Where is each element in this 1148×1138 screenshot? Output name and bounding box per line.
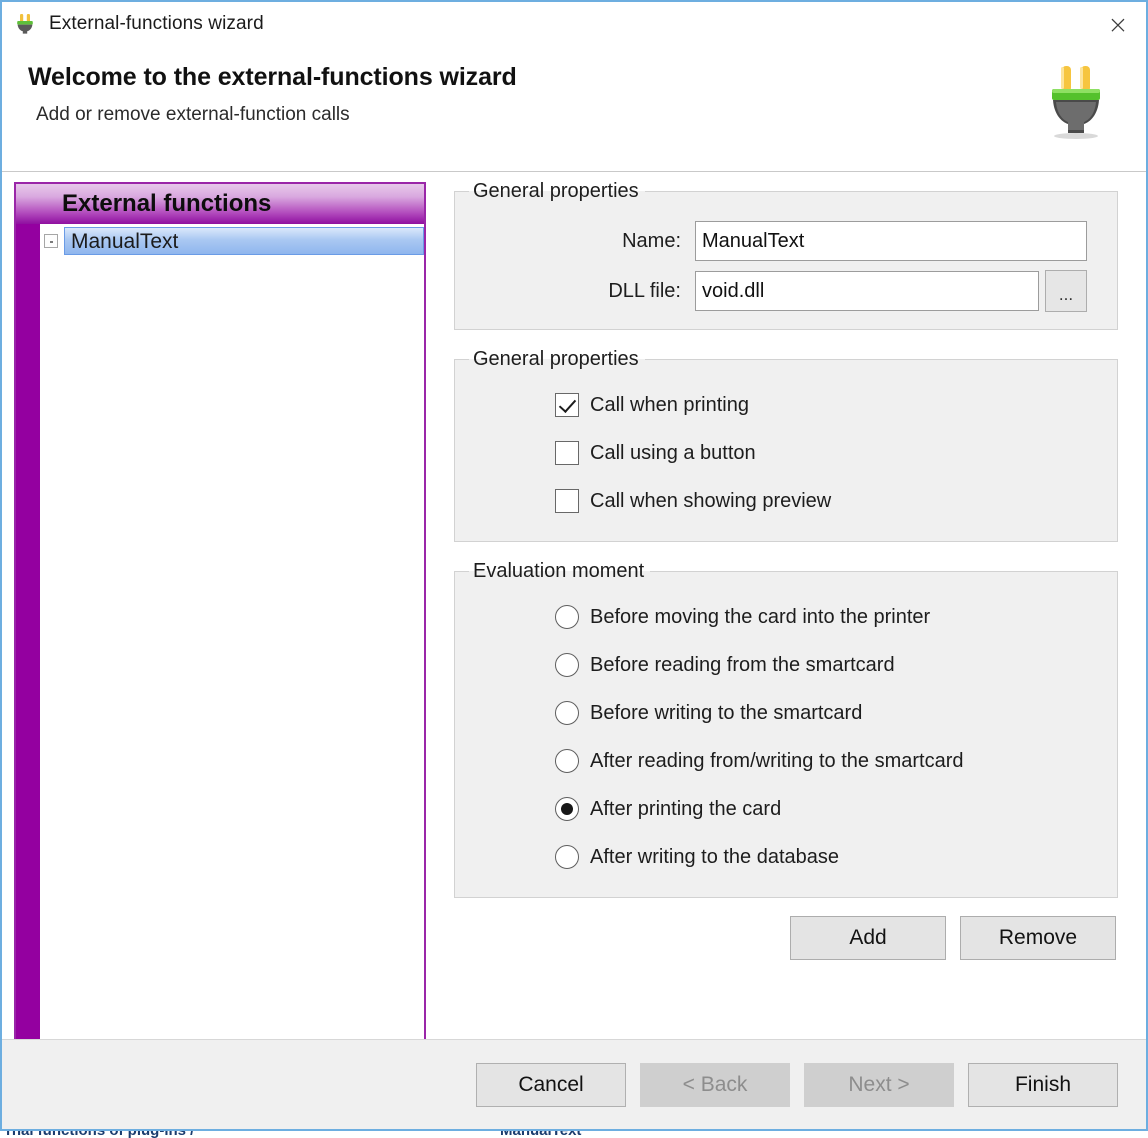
checkbox-row-call-when-showing-preview[interactable]: Call when showing preview <box>469 477 1103 525</box>
window-title: External-functions wizard <box>49 13 264 34</box>
radio-after-printing-card[interactable] <box>555 797 579 821</box>
general-properties-legend: General properties <box>473 180 639 202</box>
radio-row-before-reading-smartcard[interactable]: Before reading from the smartcard <box>469 641 1103 689</box>
radio-after-writing-database[interactable] <box>555 845 579 869</box>
radio-row-before-writing-smartcard[interactable]: Before writing to the smartcard <box>469 689 1103 737</box>
tree-item-label: ManualText <box>64 227 424 255</box>
plug-icon <box>13 12 37 36</box>
dll-field-label: DLL file: <box>608 279 681 302</box>
close-icon: × <box>1107 9 1129 39</box>
panel-accent-strip <box>16 224 40 1039</box>
general-properties-group: General properties Name: DLL file: ... <box>454 180 1118 330</box>
checkbox-label-call-using-a-button: Call using a button <box>590 441 756 464</box>
radio-label-before-writing-smartcard: Before writing to the smartcard <box>590 701 863 724</box>
name-input[interactable] <box>695 221 1087 261</box>
radio-label-before-moving-card: Before moving the card into the printer <box>590 605 931 628</box>
radio-before-reading-smartcard[interactable] <box>555 653 579 677</box>
evaluation-moment-group: Evaluation moment Before moving the card… <box>454 560 1118 898</box>
list-action-buttons: Add Remove <box>454 916 1118 960</box>
dialog-body: External functions ManualText General pr… <box>2 172 1146 1039</box>
page-subtitle: Add or remove external-function calls <box>36 104 350 125</box>
radio-row-after-reading-writing-smartcard[interactable]: After reading from/writing to the smartc… <box>469 737 1103 785</box>
close-button[interactable]: × <box>1090 2 1146 46</box>
dll-field-row: DLL file: ... <box>469 269 1103 313</box>
radio-before-moving-card[interactable] <box>555 605 579 629</box>
radio-label-after-reading-writing-smartcard: After reading from/writing to the smartc… <box>590 749 964 772</box>
external-functions-wizard-dialog: External-functions wizard × Welcome to t… <box>0 0 1148 1131</box>
radio-label-after-writing-database: After writing to the database <box>590 845 840 868</box>
browse-button[interactable]: ... <box>1045 270 1087 312</box>
title-bar: External-functions wizard × <box>2 2 1146 46</box>
radio-row-after-printing-card[interactable]: After printing the card <box>469 785 1103 833</box>
evaluation-moment-legend: Evaluation moment <box>473 560 645 582</box>
checkbox-row-call-using-a-button[interactable]: Call using a button <box>469 429 1103 477</box>
name-field-row: Name: <box>469 219 1103 263</box>
cancel-button[interactable]: Cancel <box>476 1062 626 1107</box>
checkbox-label-call-when-showing-preview: Call when showing preview <box>590 489 832 512</box>
radio-label-after-printing-card: After printing the card <box>590 797 782 820</box>
next-button: Next > <box>804 1062 954 1107</box>
call-options-legend: General properties <box>473 348 639 370</box>
checkbox-call-using-a-button[interactable] <box>555 441 579 465</box>
back-button: < Back <box>640 1062 790 1107</box>
add-button[interactable]: Add <box>790 916 946 960</box>
properties-pane: General properties Name: DLL file: ... G… <box>454 180 1118 1039</box>
external-functions-panel: External functions ManualText <box>14 182 426 1039</box>
checkbox-row-call-when-printing[interactable]: Call when printing <box>469 381 1103 429</box>
radio-label-before-reading-smartcard: Before reading from the smartcard <box>590 653 895 676</box>
call-options-group: General properties Call when printing Ca… <box>454 348 1118 542</box>
name-field-label: Name: <box>622 229 681 252</box>
radio-after-reading-writing-smartcard[interactable] <box>555 749 579 773</box>
wizard-footer: Cancel < Back Next > Finish <box>2 1039 1146 1129</box>
page-title: Welcome to the external-functions wizard <box>28 63 517 91</box>
plug-icon-large <box>1040 58 1112 142</box>
wizard-header: Welcome to the external-functions wizard… <box>2 46 1146 172</box>
radio-row-before-moving-card[interactable]: Before moving the card into the printer <box>469 593 1103 641</box>
external-functions-tree[interactable]: ManualText <box>40 224 424 1039</box>
finish-button[interactable]: Finish <box>968 1062 1118 1107</box>
external-functions-panel-title: External functions <box>62 190 272 217</box>
remove-button[interactable]: Remove <box>960 916 1116 960</box>
radio-row-after-writing-database[interactable]: After writing to the database <box>469 833 1103 881</box>
expander-icon[interactable] <box>44 234 58 248</box>
checkbox-call-when-printing[interactable] <box>555 393 579 417</box>
dll-file-input[interactable] <box>695 271 1039 311</box>
checkbox-call-when-showing-preview[interactable] <box>555 489 579 513</box>
external-functions-tree-body: ManualText <box>16 224 424 1039</box>
radio-before-writing-smartcard[interactable] <box>555 701 579 725</box>
tree-item-manualtext[interactable]: ManualText <box>40 226 424 256</box>
external-functions-panel-header: External functions <box>16 184 424 224</box>
checkbox-label-call-when-printing: Call when printing <box>590 393 749 416</box>
